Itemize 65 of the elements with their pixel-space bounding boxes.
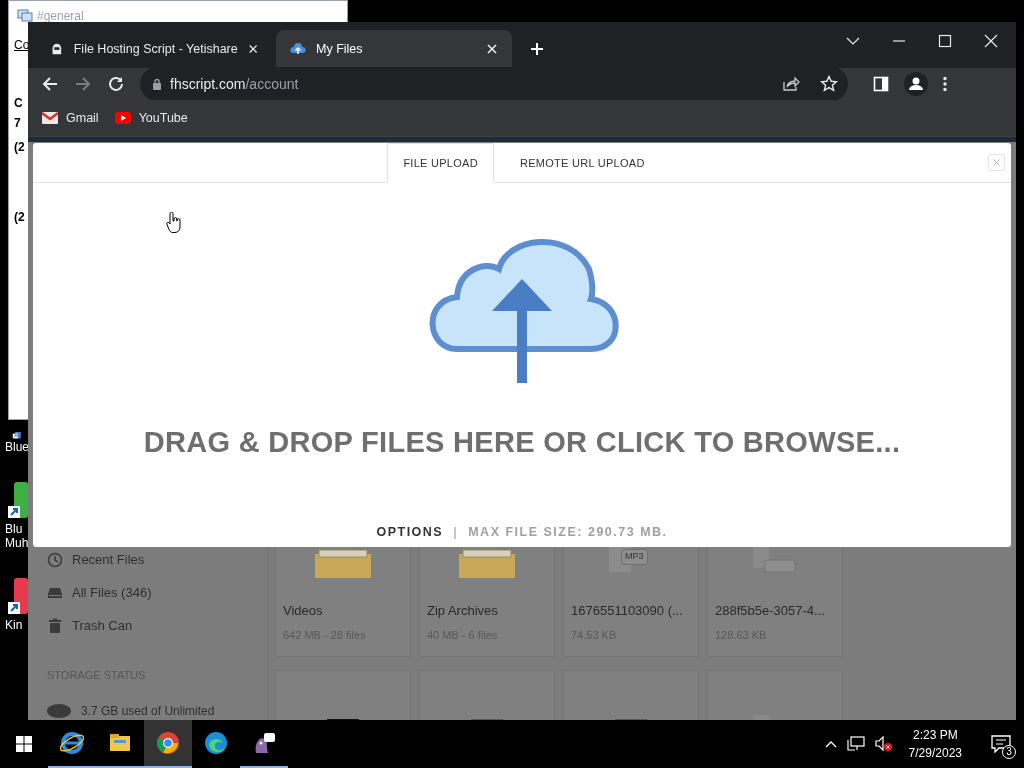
- close-icon[interactable]: [984, 34, 998, 48]
- yeti-icon: [50, 41, 64, 57]
- file-name: Zip Archives: [427, 602, 499, 620]
- network-icon[interactable]: [846, 736, 865, 752]
- bookmark-link[interactable]: Gmail: [42, 108, 99, 128]
- maximize-icon[interactable]: [938, 34, 952, 48]
- tab-title: File Hosting Script - Yetishare: [73, 40, 238, 58]
- bookmark-star-icon[interactable]: [820, 75, 838, 93]
- file-name: 288f5b5e-3057-4...: [715, 602, 826, 620]
- tab-search-icon[interactable]: [846, 37, 860, 45]
- file-name: Videos: [283, 602, 324, 620]
- text-fragment: (2: [14, 139, 25, 156]
- play-icon: [114, 111, 131, 125]
- windows-icon: [16, 736, 32, 752]
- mail-icon: [42, 111, 58, 125]
- disk-icon: [47, 704, 71, 718]
- bookmark-link[interactable]: YouTube: [114, 108, 188, 128]
- side-panel-icon[interactable]: [873, 76, 889, 92]
- dialog-tab[interactable]: FILE UPLOAD: [387, 143, 494, 183]
- close-icon: [993, 159, 1000, 166]
- separator: |: [453, 523, 459, 541]
- text-fragment: C: [14, 95, 23, 112]
- forward-icon[interactable]: [74, 75, 92, 93]
- clock-icon: [47, 551, 63, 568]
- volume-muted-icon[interactable]: [874, 736, 893, 752]
- text-fragment: 7: [14, 115, 21, 132]
- close-icon[interactable]: [486, 43, 498, 55]
- clock-button[interactable]: 2:23 PM 7/29/2023: [902, 726, 968, 762]
- taskbar-app[interactable]: [144, 720, 192, 768]
- text-fragment: (2: [14, 209, 25, 226]
- swirl-icon: [204, 731, 228, 755]
- notification-icon: [991, 735, 1011, 753]
- trash-icon: [47, 617, 63, 634]
- cloud-icon: [290, 41, 306, 57]
- file-type-badge: MP3: [621, 549, 648, 565]
- circle-logo-icon: [156, 731, 180, 755]
- file-name: 1676551103090 (...: [571, 602, 684, 620]
- icon-label: Kin: [4, 618, 23, 632]
- chevron-up-icon[interactable]: [824, 740, 837, 748]
- share-icon[interactable]: [782, 76, 800, 92]
- folder-icon: [315, 550, 371, 578]
- chat-icon: [17, 9, 33, 23]
- dialog-tab[interactable]: REMOTE URL UPLOAD: [503, 143, 661, 183]
- menu-icon[interactable]: [943, 76, 947, 92]
- hand-cursor-icon: [166, 212, 182, 234]
- close-icon[interactable]: [247, 43, 258, 55]
- new-tab-icon[interactable]: [530, 42, 544, 56]
- globe-icon: [60, 731, 84, 755]
- icon-label: Blu: [4, 522, 23, 536]
- drop-zone-text[interactable]: DRAG & DROP FILES HERE OR CLICK TO BROWSE...: [143, 421, 901, 465]
- address-bar[interactable]: fhscript.com/account: [140, 67, 848, 101]
- profile-icon[interactable]: [904, 72, 928, 96]
- window-title: #general: [37, 8, 84, 25]
- tab-title: My Files: [316, 40, 364, 58]
- notification-badge: 3: [1002, 745, 1016, 759]
- storage-text: 3.7 GB used of Unlimited: [81, 703, 215, 720]
- folder-icon: [459, 550, 515, 578]
- icon-label: Blue: [4, 440, 28, 454]
- browser-tab[interactable]: My Files: [276, 30, 512, 68]
- notification-button[interactable]: 3: [986, 729, 1016, 759]
- url-text: fhscript.com/account: [170, 74, 300, 94]
- lock-icon: [152, 78, 162, 90]
- reload-icon[interactable]: [107, 75, 125, 93]
- back-icon[interactable]: [41, 75, 59, 93]
- icon-label: Muh: [4, 536, 28, 550]
